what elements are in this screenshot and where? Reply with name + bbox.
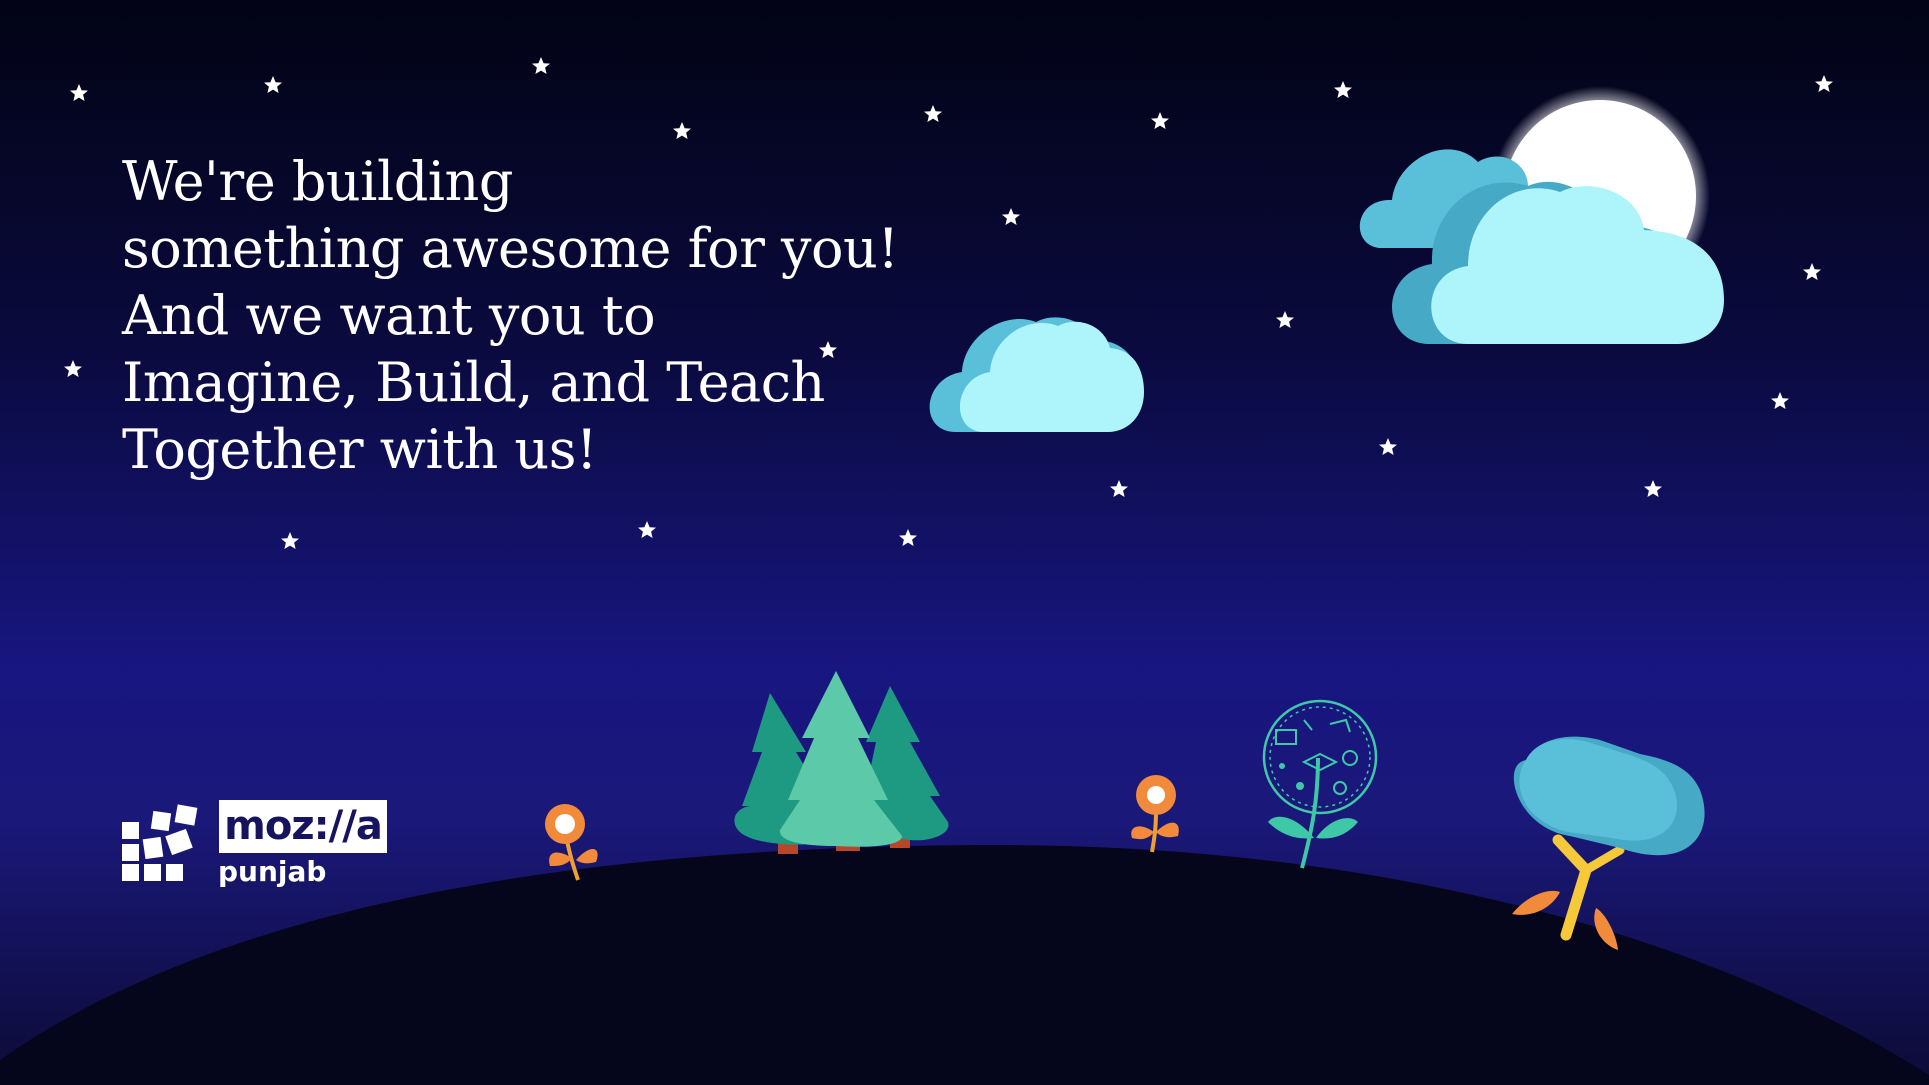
pine-tree-icon (734, 671, 949, 854)
star-icon (1771, 392, 1789, 409)
headline: We're building something awesome for you… (122, 148, 899, 483)
logo-wordmark: moz://a (224, 803, 383, 849)
star-icon (638, 521, 656, 538)
cloud-icon (929, 317, 1144, 432)
headline-line: We're building (122, 150, 513, 213)
star-icon (1151, 112, 1169, 129)
star-icon (264, 76, 282, 93)
star-icon (899, 529, 917, 546)
star-icon (532, 57, 550, 74)
star-icon (1379, 438, 1397, 455)
star-icon (1644, 480, 1662, 497)
star-icon (924, 105, 942, 122)
headline-line: And we want you to (122, 284, 656, 347)
flower-icon (1131, 775, 1179, 853)
star-icon (1334, 81, 1352, 98)
education-tree-icon (1262, 699, 1378, 869)
headline-line: Together with us! (122, 418, 598, 481)
headline-line: something awesome for you! (122, 217, 899, 280)
star-icon (673, 122, 691, 139)
logo-region-label: punjab (218, 855, 327, 888)
star-icon (70, 84, 88, 101)
logo-mark-icon (122, 804, 198, 881)
star-icon (281, 532, 299, 549)
star-icon (1002, 208, 1020, 225)
star-icon (1110, 480, 1128, 497)
star-icon (1803, 263, 1821, 280)
star-icon (1815, 75, 1833, 92)
star-icon (1276, 311, 1294, 328)
star-icon (64, 360, 82, 377)
headline-line: Imagine, Build, and Teach (122, 351, 825, 414)
